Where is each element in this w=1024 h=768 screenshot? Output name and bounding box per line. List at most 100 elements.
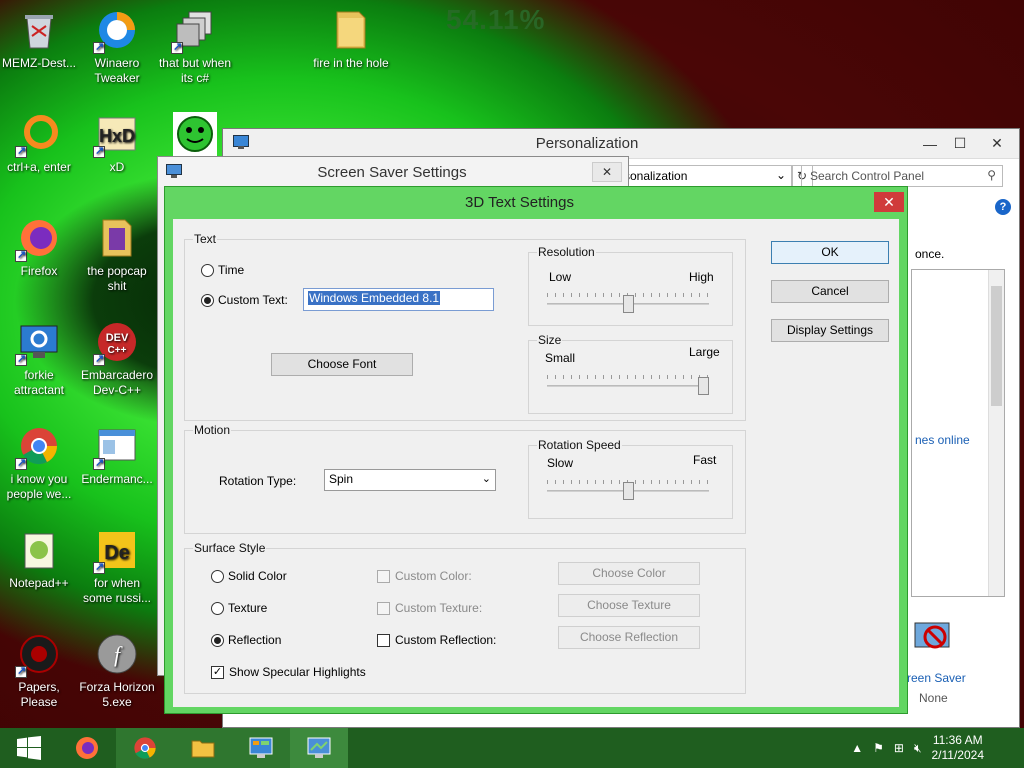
shortcut-arrow-icon	[15, 248, 27, 263]
help-icon[interactable]: ?	[995, 199, 1011, 215]
close-button[interactable]: ✕	[874, 192, 904, 212]
choose-font-button[interactable]: Choose Font	[271, 353, 413, 376]
ok-button[interactable]: OK	[771, 241, 889, 264]
slider-thumb[interactable]	[623, 482, 634, 500]
notepadpp-icon	[17, 528, 61, 572]
get-themes-link[interactable]: nes online	[915, 433, 970, 447]
screen-saver-link[interactable]: reen Saver	[907, 671, 966, 685]
desktop-icon-ctrl-a[interactable]: ctrl+a, enter	[0, 112, 78, 175]
info-text: once.	[915, 247, 945, 261]
dialog-body: Text Time Custom Text: Windows Embedded …	[173, 219, 899, 707]
show-hidden-icons-chevron-icon[interactable]: ▲	[851, 741, 863, 755]
personalization-titlebar[interactable]: Personalization — ☐ ✕	[223, 129, 1019, 159]
specular-highlights-checkbox[interactable]: ✓ Show Specular Highlights	[211, 665, 366, 679]
start-button[interactable]	[0, 728, 58, 768]
firefox-icon	[76, 737, 98, 759]
monitor-icon	[166, 163, 192, 181]
desktop-icon-csharp[interactable]: that but when its c#	[156, 8, 234, 86]
slider-thumb[interactable]	[623, 295, 634, 313]
volume-muted-icon[interactable]: 🔇︎	[914, 741, 922, 756]
svg-text:De: De	[104, 542, 130, 564]
search-input[interactable]: Search Control Panel ⚲	[801, 165, 1003, 187]
rotation-type-select[interactable]: Spin ⌄	[324, 469, 496, 491]
custom-reflection-checkbox[interactable]: Custom Reflection:	[377, 633, 496, 647]
custom-text-radio[interactable]: Custom Text:	[201, 293, 288, 307]
group-caption: Size	[537, 333, 563, 347]
checkbox-indicator: ✓	[211, 665, 224, 679]
taskbar-firefox[interactable]	[58, 728, 116, 768]
taskbar-screen-saver[interactable]	[290, 728, 348, 768]
desktop-icon-fire[interactable]: fire in the hole	[312, 8, 390, 71]
close-button[interactable]: ✕	[592, 162, 622, 182]
choose-color-button[interactable]: Choose Color	[558, 562, 700, 585]
choose-reflection-button[interactable]: Choose Reflection	[558, 626, 700, 649]
group-caption: Surface Style	[193, 541, 267, 555]
checkbox-indicator	[377, 633, 390, 647]
flag-icon[interactable]: ⚑	[873, 741, 884, 755]
close-button[interactable]: ✕	[975, 135, 1019, 152]
address-bar[interactable]: rsonalization ⌄	[613, 165, 793, 187]
slider-ticks	[547, 375, 709, 379]
maximize-button[interactable]: ☐	[945, 135, 975, 152]
dialog-titlebar[interactable]: 3D Text Settings ✕	[165, 187, 907, 217]
shortcut-arrow-icon	[93, 456, 105, 471]
radio-indicator	[211, 633, 224, 647]
texture-radio[interactable]: Texture	[211, 601, 267, 615]
screen-saver-icon[interactable]	[913, 617, 953, 657]
rotation-speed-slider[interactable]	[547, 480, 709, 500]
chevron-down-icon[interactable]: ⌄	[776, 168, 786, 182]
monitor-gear-icon	[15, 320, 61, 367]
desktop-icon-chrome[interactable]: i know you people we...	[0, 424, 78, 502]
slider-thumb[interactable]	[698, 377, 709, 395]
reflection-radio[interactable]: Reflection	[211, 633, 281, 647]
desktop-icon-de[interactable]: De for when some russi...	[78, 528, 156, 606]
shortcut-arrow-icon	[15, 664, 27, 679]
screen-saver-titlebar[interactable]: Screen Saver Settings ✕	[158, 157, 628, 187]
custom-texture-checkbox[interactable]: Custom Texture:	[377, 601, 482, 615]
scrollbar[interactable]	[988, 270, 1004, 596]
resolution-slider[interactable]	[547, 293, 709, 313]
desktop-icon-endermanch[interactable]: Endermanc...	[78, 424, 156, 487]
windows-stack-icon	[171, 8, 217, 55]
desktop-icon-forza[interactable]: f Forza Horizon 5.exe	[78, 632, 156, 710]
desktop-icon-xd[interactable]: HxD xD	[78, 112, 156, 175]
firefox-icon	[15, 216, 61, 263]
resolution-high-label: High	[689, 270, 714, 284]
desktop-icon-papers[interactable]: Papers, Please	[0, 632, 78, 710]
3d-text-settings-dialog[interactable]: 3D Text Settings ✕ Text Time Custom Text…	[164, 186, 908, 714]
folder-icon	[191, 740, 215, 758]
svg-text:HxD: HxD	[99, 126, 135, 146]
size-slider[interactable]	[547, 375, 709, 395]
checkbox-indicator	[377, 569, 390, 583]
scrollbar-thumb[interactable]	[991, 286, 1002, 406]
radio-indicator	[201, 263, 214, 277]
taskbar-chrome[interactable]	[116, 728, 174, 768]
shortcut-arrow-icon	[15, 144, 27, 159]
network-icon[interactable]: ⊞	[894, 741, 904, 755]
desktop-icon-notepadpp[interactable]: Notepad++	[0, 528, 78, 591]
desktop-icon-devcpp[interactable]: DEVC++ Embarcadero Dev-C++	[78, 320, 156, 398]
shortcut-arrow-icon	[15, 352, 27, 367]
desktop-icon-popcap[interactable]: the popcap shit	[78, 216, 156, 294]
clock[interactable]: 11:36 AM 2/11/2024	[932, 733, 985, 763]
desktop-icon-forkie[interactable]: forkie attractant	[0, 320, 78, 398]
desktop-icon-firefox[interactable]: Firefox	[0, 216, 78, 279]
chevron-down-icon: ⌄	[481, 473, 491, 485]
cancel-button[interactable]: Cancel	[771, 280, 889, 303]
choose-texture-button[interactable]: Choose Texture	[558, 594, 700, 617]
rotation-speed-fast-label: Fast	[693, 453, 717, 467]
minimize-button[interactable]: —	[915, 136, 945, 152]
desktop-icon-memz[interactable]: MEMZ-Dest...	[0, 8, 78, 71]
shortcut-arrow-icon	[93, 144, 105, 159]
custom-color-checkbox[interactable]: Custom Color:	[377, 569, 472, 583]
rotation-speed-slow-label: Slow	[547, 456, 574, 470]
desktop-icon-winaero[interactable]: Winaero Tweaker	[78, 8, 156, 86]
resolution-low-label: Low	[549, 270, 572, 284]
taskbar-explorer[interactable]	[174, 728, 232, 768]
control-panel-icon	[249, 737, 273, 758]
custom-text-input[interactable]: Windows Embedded 8.1	[303, 288, 494, 311]
taskbar-control-panel[interactable]	[232, 728, 290, 768]
time-radio[interactable]: Time	[201, 263, 244, 277]
display-settings-button[interactable]: Display Settings	[771, 319, 889, 342]
solid-color-radio[interactable]: Solid Color	[211, 569, 287, 583]
